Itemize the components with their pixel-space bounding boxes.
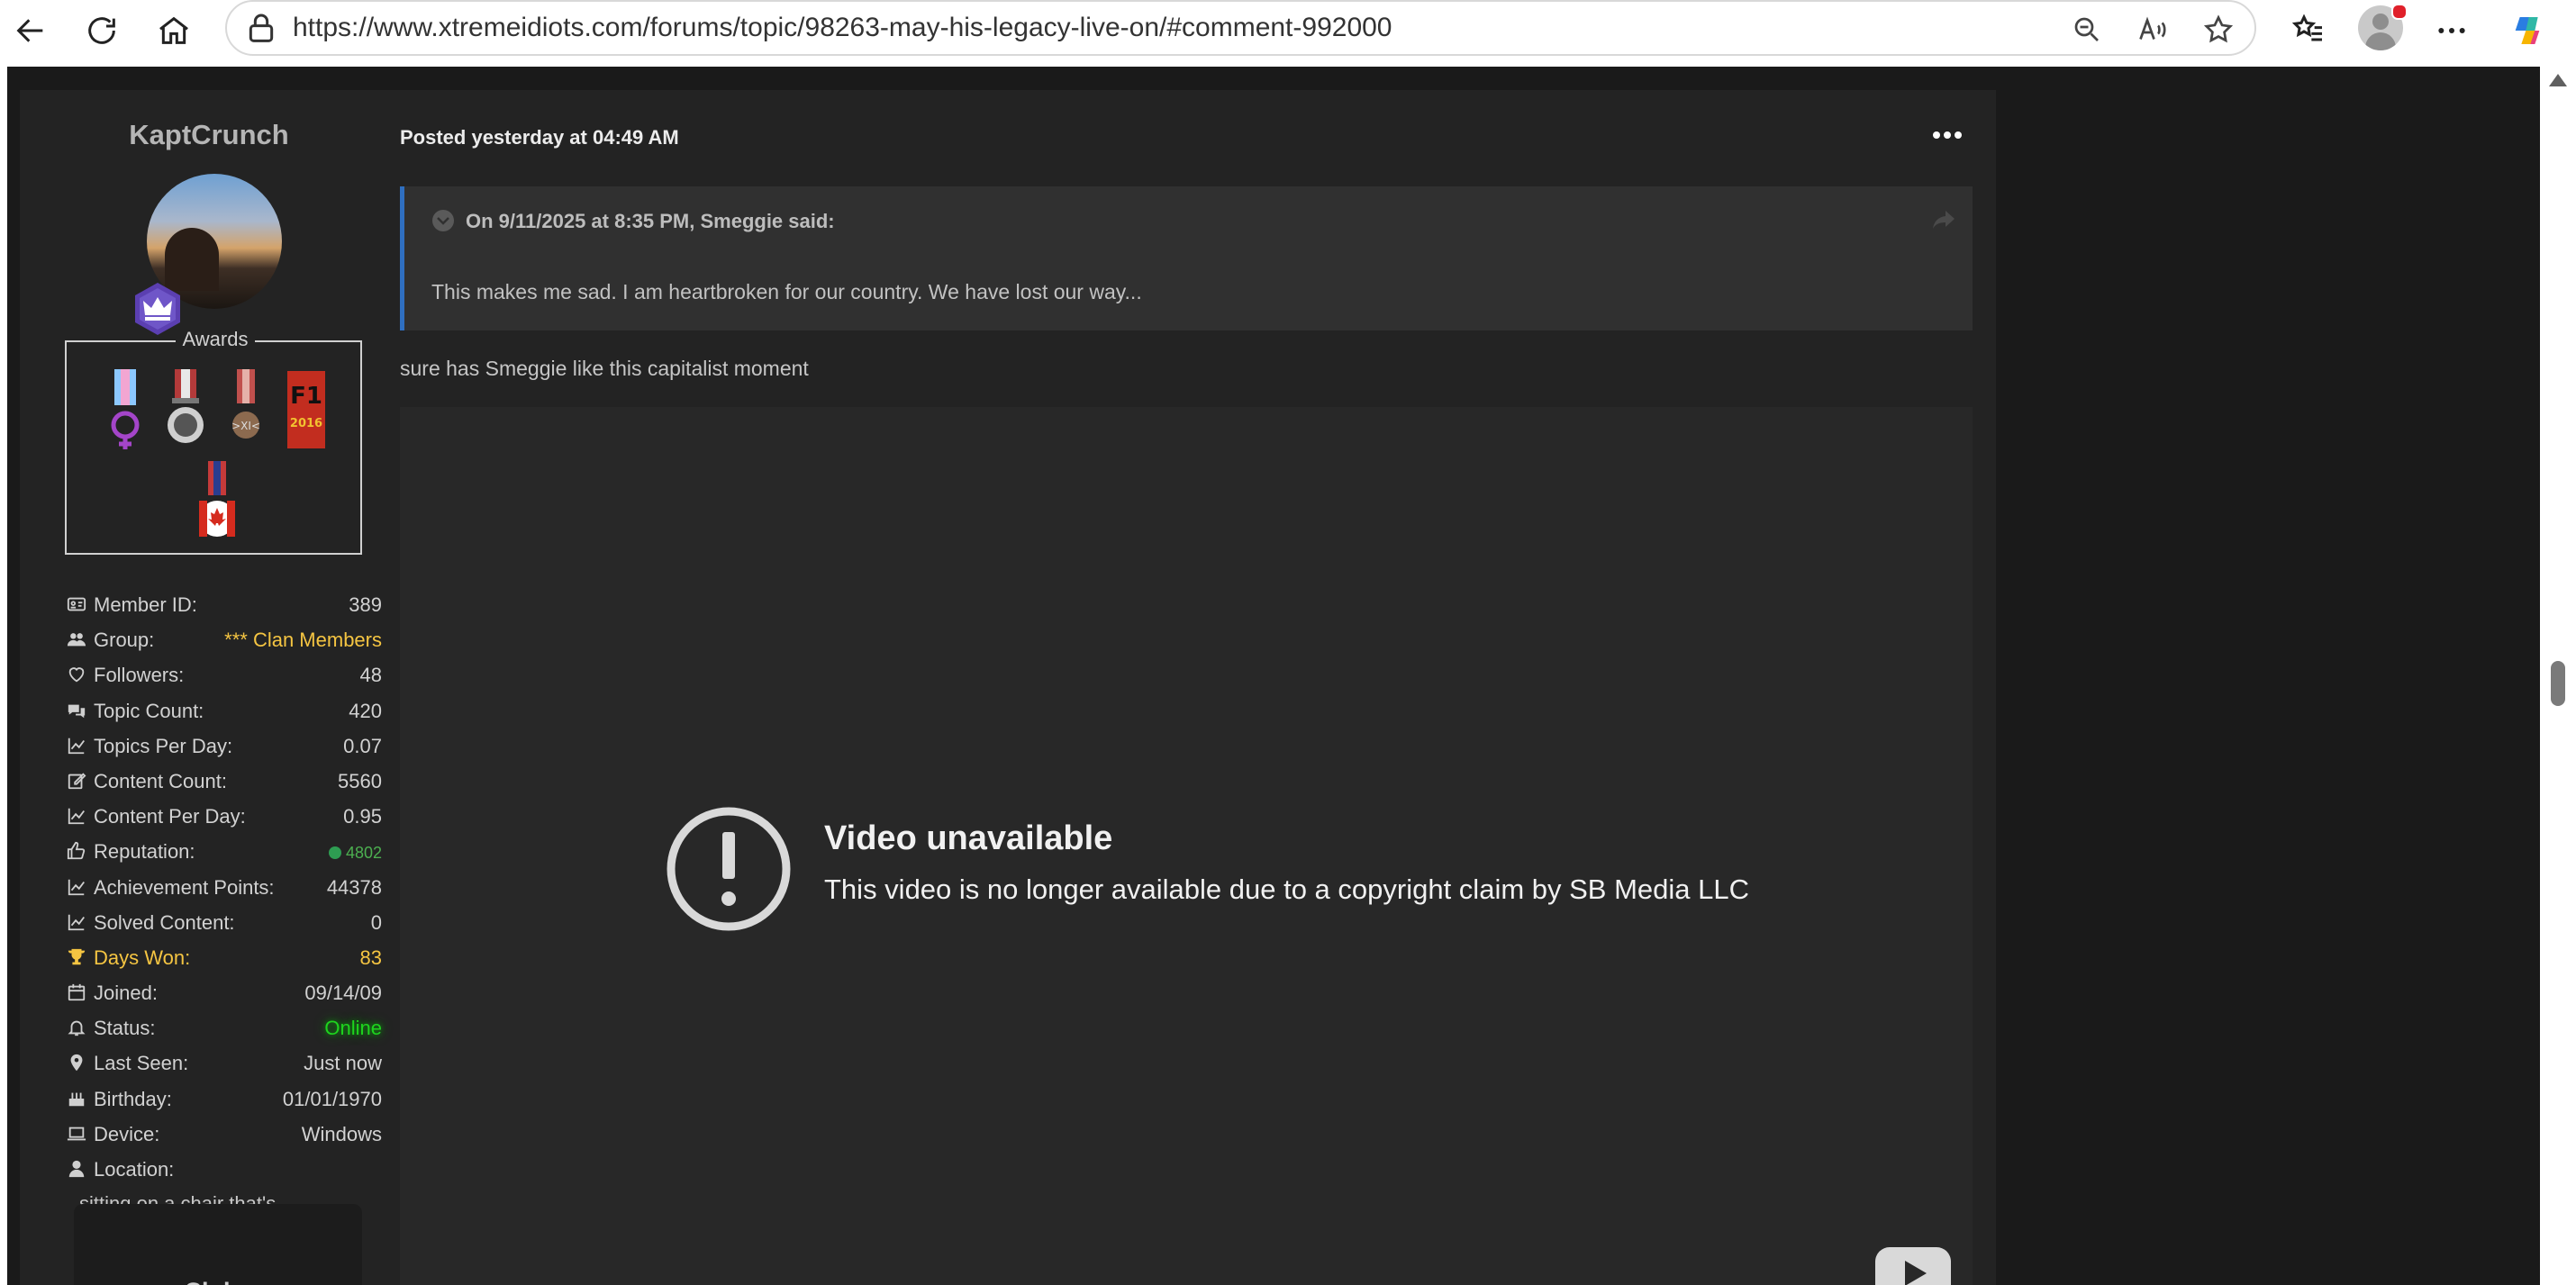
stat-last-seen: Last Seen: Just now [67,1046,382,1081]
favorites-list-icon[interactable] [2283,5,2334,56]
read-aloud-icon[interactable] [2132,9,2173,50]
users-icon [67,629,86,649]
window-edge [0,67,7,1285]
video-embed[interactable]: Video unavailable This video is no longe… [400,407,1973,1285]
comments-icon [67,701,86,720]
map-marker-icon [67,1053,86,1072]
stat-content-count: Content Count: 5560 [67,765,382,800]
stat-days-won: Days Won: 83 [67,941,382,976]
alert-circle-icon [667,807,791,931]
calendar-icon [67,982,86,1002]
bell-icon [67,1018,86,1037]
author-panel: KaptCrunch Awards >XI< F1 2016 Member ID… [20,90,389,1285]
forum-page: KaptCrunch Awards >XI< F1 2016 Member ID… [0,67,2540,1285]
line-chart-icon [67,912,86,932]
share-arrow-icon[interactable] [1931,209,1956,231]
stat-location: Location: [67,1153,382,1188]
f1-2016-badge-icon[interactable]: F1 2016 [284,369,329,452]
back-arrow-icon[interactable] [5,5,56,56]
quote-body: This makes me sad. I am heartbroken for … [431,280,1142,303]
favorite-star-icon[interactable] [2198,9,2239,50]
line-chart-icon [67,877,86,897]
stat-followers: Followers: 48 [67,658,382,693]
edit-icon [67,771,86,791]
video-unavailable-title: Video unavailable [824,819,1113,857]
birthday-cake-icon [67,1089,86,1109]
stat-member-id: Member ID: 389 [67,588,382,623]
copilot-icon[interactable] [2502,5,2553,56]
author-stats: Member ID: 389 Group: *** Clan Members F… [67,588,382,1188]
svg-text:2016: 2016 [290,417,322,430]
notification-dot [2391,4,2408,20]
youtube-play-icon[interactable] [1874,1246,1952,1285]
stat-content-per-day: Content Per Day: 0.95 [67,800,382,835]
post-body-text: sure has Smeggie like this capitalist mo… [400,357,809,380]
plus-circle-icon [328,846,341,860]
collapse-chevron-icon[interactable] [431,209,455,232]
svg-text:>XI<: >XI< [231,420,260,432]
forum-post: KaptCrunch Awards >XI< F1 2016 Member ID… [20,90,1996,1285]
more-menu-icon[interactable] [2426,5,2477,56]
stat-device: Device: Windows [67,1118,382,1153]
lock-icon[interactable] [243,11,279,47]
trophy-icon [67,947,86,967]
author-name[interactable]: KaptCrunch [20,119,398,151]
home-icon[interactable] [149,5,199,56]
laptop-icon [67,1124,86,1144]
id-card-icon [67,594,86,614]
user-icon [67,1159,86,1179]
stat-topic-count: Topic Count: 420 [67,694,382,729]
online-status: Online [324,1017,382,1040]
zoom-out-icon[interactable] [2066,9,2108,50]
line-chart-icon [67,736,86,756]
thumbs-up-icon [67,841,86,861]
bronze-medal-icon[interactable]: >XI< [223,369,268,452]
address-bar[interactable]: https://www.xtremeidiots.com/forums/topi… [225,0,2256,56]
stat-topics-per-day: Topics Per Day: 0.07 [67,729,382,765]
stat-solved-content: Solved Content: 0 [67,906,382,941]
stat-status: Status: Online [67,1011,382,1046]
svg-text:F1: F1 [290,383,322,410]
refresh-icon[interactable] [77,5,127,56]
stat-birthday: Birthday: 01/01/1970 [67,1082,382,1118]
group-link[interactable]: *** Clan Members [224,629,382,652]
post-options-icon[interactable] [1929,126,1965,144]
clubs-label: Clubs [74,1278,362,1285]
awards-box: Awards >XI< F1 2016 [65,328,362,555]
quote-citation[interactable]: On 9/11/2025 at 8:35 PM, Smeggie said: [466,210,835,233]
post-timestamp[interactable]: Posted yesterday at 04:49 AM [400,126,679,149]
vertical-scrollbar[interactable] [2540,67,2576,1285]
clubs-box: Clubs [74,1204,362,1285]
stat-reputation: Reputation: 4802 [67,835,382,870]
service-medal-icon[interactable] [163,369,208,452]
awards-title: Awards [175,328,256,350]
url-text[interactable]: https://www.xtremeidiots.com/forums/topi… [293,13,1392,43]
line-chart-icon [67,806,86,826]
scroll-up-arrow-icon[interactable] [2549,74,2567,86]
pride-medal-icon[interactable] [103,369,148,452]
canada-medal-icon[interactable] [195,461,240,544]
browser-toolbar: https://www.xtremeidiots.com/forums/topi… [0,0,2576,67]
stat-group: Group: *** Clan Members [67,623,382,658]
scroll-thumb[interactable] [2551,661,2565,706]
video-unavailable-message: This video is no longer available due to… [824,873,1749,905]
heart-icon [67,665,86,684]
reputation-badge[interactable]: 4802 [328,840,382,864]
stat-achievement-points: Achievement Points: 44378 [67,871,382,906]
stat-joined: Joined: 09/14/09 [67,976,382,1011]
quote-block: On 9/11/2025 at 8:35 PM, Smeggie said: T… [400,186,1973,330]
